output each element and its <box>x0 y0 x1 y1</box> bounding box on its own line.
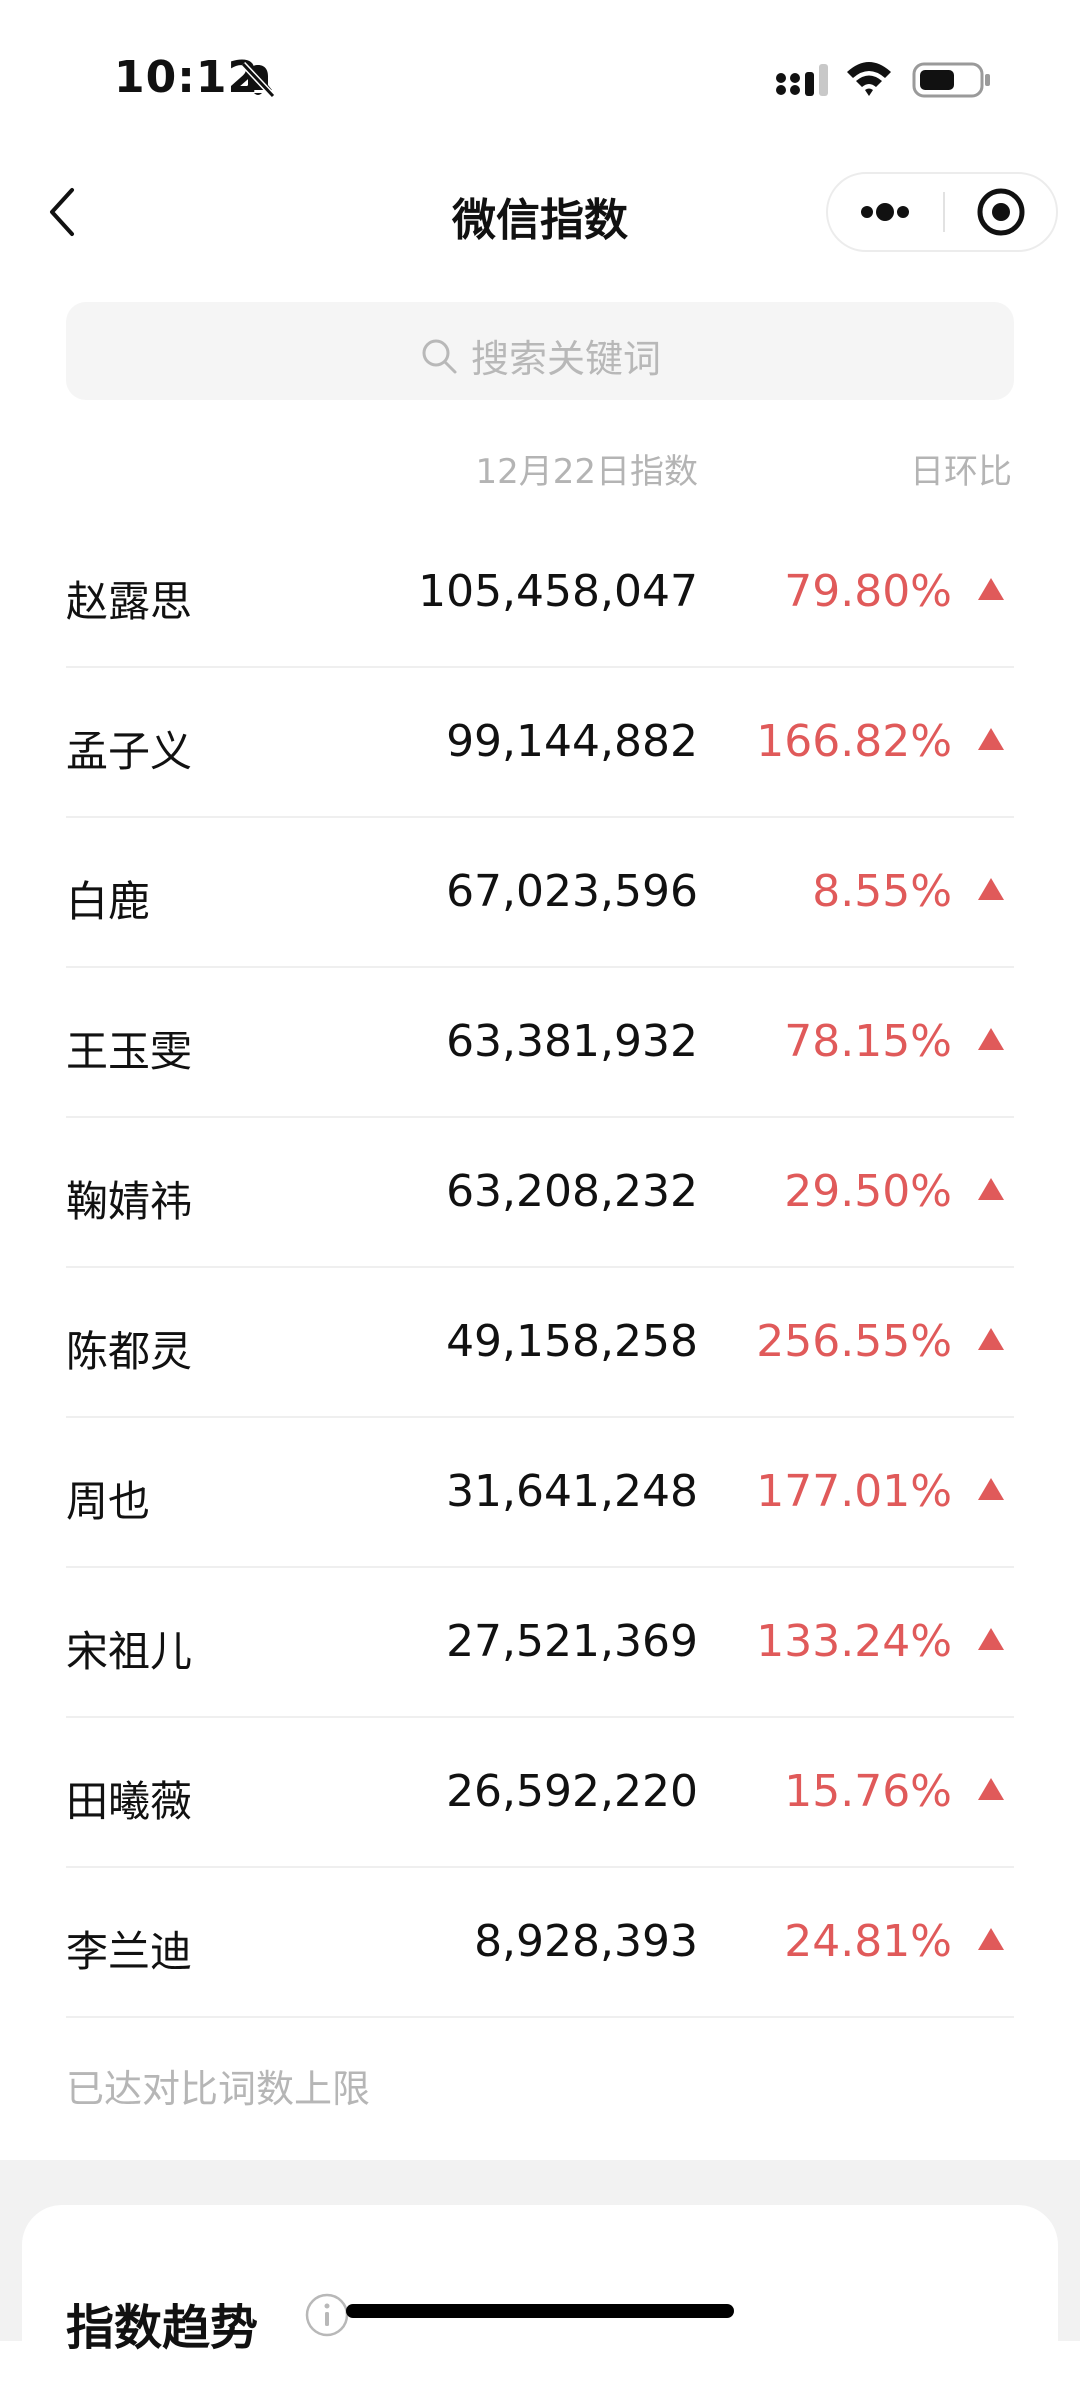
list-item[interactable]: 田曦薇 26,592,220 15.76% <box>66 1718 1014 1868</box>
comparison-limit-note: 已达对比词数上限 <box>66 2067 371 2111</box>
index-value: 8,928,393 <box>474 1916 698 1967</box>
index-value: 49,158,258 <box>446 1316 698 1367</box>
page-title: 微信指数 <box>452 195 628 246</box>
index-value: 105,458,047 <box>418 566 698 617</box>
daily-ratio: 78.15% <box>784 1016 952 1067</box>
daily-ratio: 15.76% <box>784 1766 952 1817</box>
trend-card-title: 指数趋势 <box>66 2300 259 2356</box>
daily-ratio: 24.81% <box>784 1916 952 1967</box>
wifi-icon <box>847 62 891 96</box>
index-value: 99,144,882 <box>446 716 698 767</box>
trend-up-icon <box>978 878 1004 900</box>
column-header-date-index: 12月22日指数 <box>475 452 698 492</box>
home-indicator[interactable] <box>346 2304 734 2318</box>
trend-up-icon <box>978 1628 1004 1650</box>
index-value: 63,381,932 <box>446 1016 698 1067</box>
trend-up-icon <box>978 1478 1004 1500</box>
trend-up-icon <box>978 728 1004 750</box>
bell-muted-icon <box>240 61 276 99</box>
keyword-name: 田曦薇 <box>66 1777 193 1826</box>
daily-ratio: 79.80% <box>784 566 952 617</box>
list-item[interactable]: 宋祖儿 27,521,369 133.24% <box>66 1568 1014 1718</box>
list-item[interactable]: 孟子义 99,144,882 166.82% <box>66 668 1014 818</box>
index-list: 赵露思 105,458,047 79.80% 孟子义 99,144,882 16… <box>66 518 1014 2018</box>
daily-ratio: 8.55% <box>812 866 952 917</box>
daily-ratio: 133.24% <box>756 1616 952 1667</box>
keyword-name: 陈都灵 <box>66 1327 193 1376</box>
list-item[interactable]: 王玉雯 63,381,932 78.15% <box>66 968 1014 1118</box>
keyword-name: 王玉雯 <box>66 1027 193 1076</box>
search-placeholder: 搜索关键词 <box>470 337 661 381</box>
keyword-name: 赵露思 <box>66 577 193 626</box>
index-value: 31,641,248 <box>446 1466 698 1517</box>
index-value: 63,208,232 <box>446 1166 698 1217</box>
keyword-name: 鞠婧祎 <box>66 1177 193 1226</box>
list-item[interactable]: 周也 31,641,248 177.01% <box>66 1418 1014 1568</box>
trend-up-icon <box>978 1178 1004 1200</box>
trend-up-icon <box>978 578 1004 600</box>
daily-ratio: 177.01% <box>756 1466 952 1517</box>
nav-bar: 微信指数 <box>0 150 1080 270</box>
trend-up-icon <box>978 1928 1004 1950</box>
index-value: 67,023,596 <box>446 866 698 917</box>
daily-ratio: 256.55% <box>756 1316 952 1367</box>
list-item[interactable]: 鞠婧祎 63,208,232 29.50% <box>66 1118 1014 1268</box>
search-input[interactable]: 搜索关键词 <box>66 302 1014 400</box>
battery-icon <box>912 62 990 98</box>
more-dots-icon <box>861 203 909 221</box>
keyword-name: 宋祖儿 <box>66 1627 193 1676</box>
target-close-icon <box>977 188 1025 236</box>
index-value: 26,592,220 <box>446 1766 698 1817</box>
index-value: 27,521,369 <box>446 1616 698 1667</box>
trend-up-icon <box>978 1778 1004 1800</box>
search-inner: 搜索关键词 <box>66 328 1014 383</box>
keyword-name: 周也 <box>66 1477 151 1526</box>
back-arrow-icon[interactable] <box>40 182 84 242</box>
cellular-signal-icon <box>776 64 828 96</box>
list-item[interactable]: 陈都灵 49,158,258 256.55% <box>66 1268 1014 1418</box>
column-header-daily-ratio: 日环比 <box>910 452 1012 492</box>
daily-ratio: 166.82% <box>756 716 952 767</box>
trend-up-icon <box>978 1328 1004 1350</box>
daily-ratio: 29.50% <box>784 1166 952 1217</box>
keyword-name: 孟子义 <box>66 727 193 776</box>
miniprogram-capsule <box>826 172 1058 252</box>
keyword-name: 白鹿 <box>66 877 151 926</box>
more-button[interactable] <box>828 174 943 250</box>
list-item[interactable]: 赵露思 105,458,047 79.80% <box>66 518 1014 668</box>
keyword-name: 李兰迪 <box>66 1927 193 1976</box>
search-icon <box>422 339 457 373</box>
list-item[interactable]: 李兰迪 8,928,393 24.81% <box>66 1868 1014 2018</box>
trend-up-icon <box>978 1028 1004 1050</box>
close-miniprogram-button[interactable] <box>945 174 1058 250</box>
status-bar: 10:12 <box>0 0 1080 150</box>
info-icon[interactable] <box>304 2292 350 2338</box>
list-item[interactable]: 白鹿 67,023,596 8.55% <box>66 818 1014 968</box>
